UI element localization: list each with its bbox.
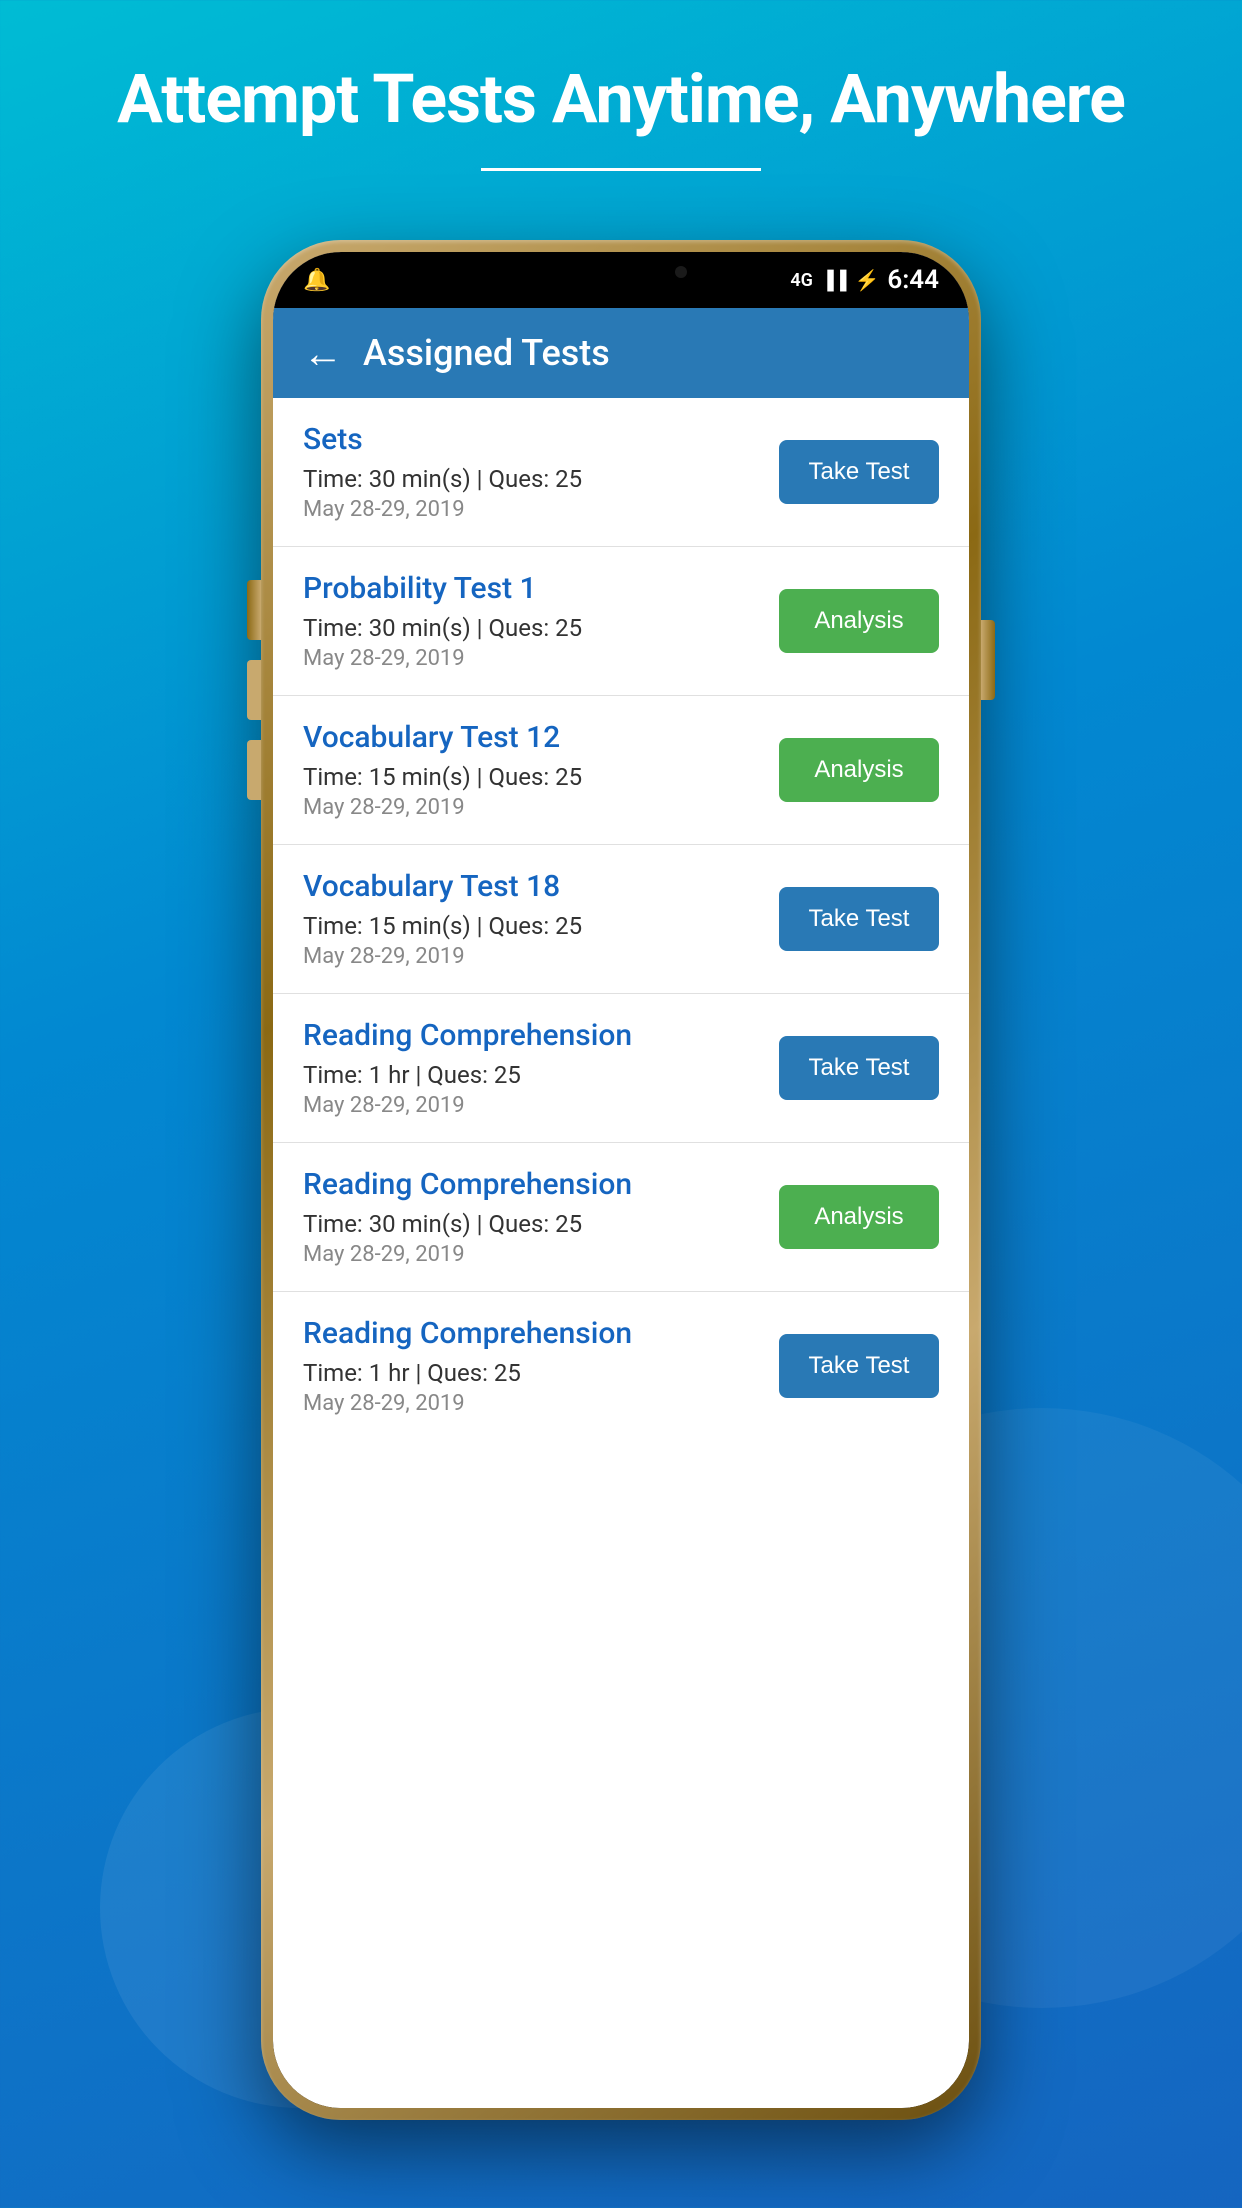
test-date: May 28-29, 2019 xyxy=(303,1093,759,1118)
test-info: Vocabulary Test 12 Time: 15 min(s) | Ques… xyxy=(303,720,779,820)
test-name: Probability Test 1 xyxy=(303,571,759,606)
content-area: Sets Time: 30 min(s) | Ques: 25 May 28-29,… xyxy=(273,398,969,2108)
test-info: Reading Comprehension Time: 1 hr | Ques: … xyxy=(303,1018,779,1118)
test-details: Time: 30 min(s) | Ques: 25 xyxy=(303,1210,759,1238)
test-name: Vocabulary Test 12 xyxy=(303,720,759,755)
test-name: Reading Comprehension xyxy=(303,1018,759,1053)
test-name: Vocabulary Test 18 xyxy=(303,869,759,904)
phone-outer-shell: 🔔 4G ▐▐ ⚡ 6:44 ← Assigned Tests xyxy=(261,240,981,2120)
test-date: May 28-29, 2019 xyxy=(303,944,759,969)
test-details: Time: 30 min(s) | Ques: 25 xyxy=(303,465,759,493)
status-bar: 🔔 4G ▐▐ ⚡ 6:44 xyxy=(273,252,969,308)
signal-icon: ▐▐ xyxy=(821,270,847,291)
test-info: Reading Comprehension Time: 30 min(s) | Q… xyxy=(303,1167,779,1267)
test-item: Sets Time: 30 min(s) | Ques: 25 May 28-29,… xyxy=(273,398,969,547)
test-details: Time: 1 hr | Ques: 25 xyxy=(303,1061,759,1089)
test-info: Reading Comprehension Time: 1 hr | Ques: … xyxy=(303,1316,779,1416)
take-test-button[interactable]: Take Test xyxy=(779,1036,939,1100)
test-name: Reading Comprehension xyxy=(303,1167,759,1202)
app-header: ← Assigned Tests xyxy=(273,308,969,398)
notification-icon: 🔔 xyxy=(303,268,330,293)
header-title: Assigned Tests xyxy=(363,332,610,374)
page-title: Attempt Tests Anytime, Anywhere xyxy=(80,60,1162,138)
test-details: Time: 30 min(s) | Ques: 25 xyxy=(303,614,759,642)
take-test-button[interactable]: Take Test xyxy=(779,1334,939,1398)
test-date: May 28-29, 2019 xyxy=(303,497,759,522)
test-details: Time: 1 hr | Ques: 25 xyxy=(303,1359,759,1387)
status-time: 6:44 xyxy=(887,265,939,295)
test-item: Reading Comprehension Time: 1 hr | Ques: … xyxy=(273,1292,969,1440)
analysis-button[interactable]: Analysis xyxy=(779,738,939,802)
test-details: Time: 15 min(s) | Ques: 25 xyxy=(303,763,759,791)
back-button[interactable]: ← xyxy=(303,330,343,377)
test-date: May 28-29, 2019 xyxy=(303,646,759,671)
test-info: Vocabulary Test 18 Time: 15 min(s) | Ques… xyxy=(303,869,779,969)
notch xyxy=(531,252,711,292)
analysis-button[interactable]: Analysis xyxy=(779,1185,939,1249)
test-list: Sets Time: 30 min(s) | Ques: 25 May 28-29,… xyxy=(273,398,969,1440)
test-date: May 28-29, 2019 xyxy=(303,795,759,820)
battery-icon: ⚡ xyxy=(854,268,879,292)
test-item: Reading Comprehension Time: 1 hr | Ques: … xyxy=(273,994,969,1143)
test-info: Sets Time: 30 min(s) | Ques: 25 May 28-29,… xyxy=(303,422,779,522)
page-header: Attempt Tests Anytime, Anywhere xyxy=(0,0,1242,201)
phone-inner: 🔔 4G ▐▐ ⚡ 6:44 ← Assigned Tests xyxy=(273,252,969,2108)
phone-screen: 🔔 4G ▐▐ ⚡ 6:44 ← Assigned Tests xyxy=(273,252,969,2108)
test-item: Vocabulary Test 12 Time: 15 min(s) | Ques… xyxy=(273,696,969,845)
test-item: Vocabulary Test 18 Time: 15 min(s) | Ques… xyxy=(273,845,969,994)
test-item: Reading Comprehension Time: 30 min(s) | Q… xyxy=(273,1143,969,1292)
test-name: Sets xyxy=(303,422,759,457)
test-item: Probability Test 1 Time: 30 min(s) | Ques… xyxy=(273,547,969,696)
test-name: Reading Comprehension xyxy=(303,1316,759,1351)
phone-mockup: 🔔 4G ▐▐ ⚡ 6:44 ← Assigned Tests xyxy=(261,240,981,2120)
status-bar-right: 4G ▐▐ ⚡ 6:44 xyxy=(790,265,939,295)
test-date: May 28-29, 2019 xyxy=(303,1242,759,1267)
network-badge: 4G xyxy=(790,270,813,291)
analysis-button[interactable]: Analysis xyxy=(779,589,939,653)
status-bar-left: 🔔 xyxy=(303,268,330,293)
test-date: May 28-29, 2019 xyxy=(303,1391,759,1416)
take-test-button[interactable]: Take Test xyxy=(779,887,939,951)
test-info: Probability Test 1 Time: 30 min(s) | Ques… xyxy=(303,571,779,671)
camera-dot xyxy=(675,266,687,278)
test-details: Time: 15 min(s) | Ques: 25 xyxy=(303,912,759,940)
divider xyxy=(481,168,761,171)
take-test-button[interactable]: Take Test xyxy=(779,440,939,504)
